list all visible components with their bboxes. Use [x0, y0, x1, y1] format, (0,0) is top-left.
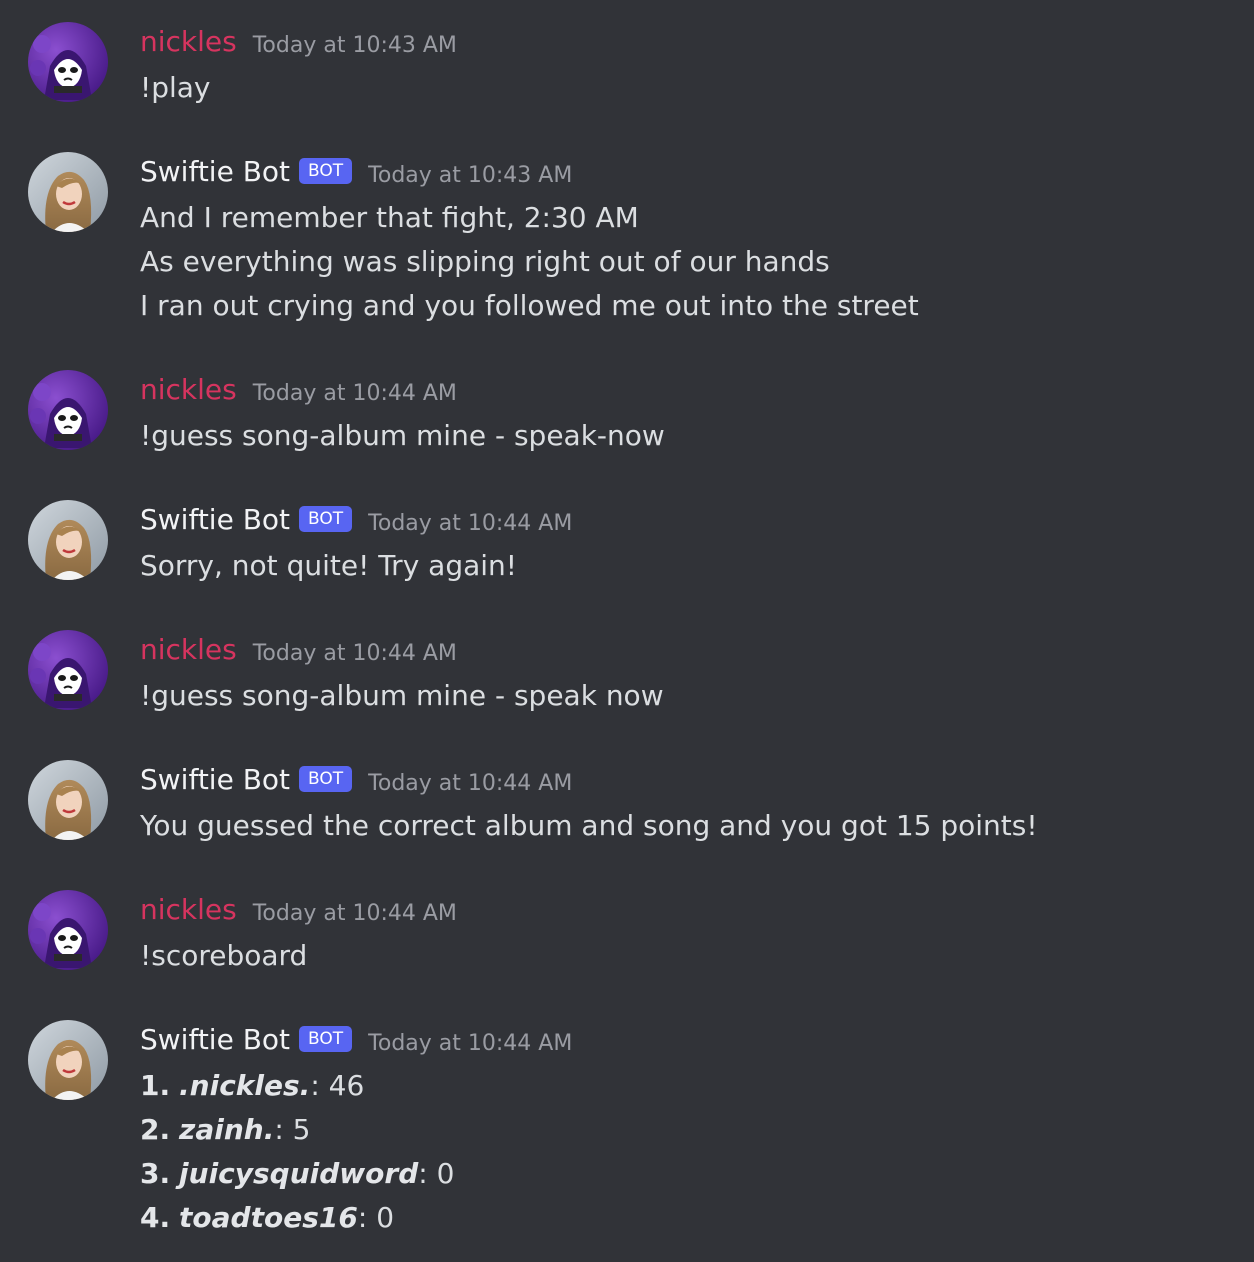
scoreboard-score: 46: [328, 1069, 365, 1102]
message-text: !guess song-album mine - speak-now: [140, 419, 665, 452]
message-timestamp: Today at 10:43 AM: [252, 32, 457, 58]
scoreboard-rank: 1.: [140, 1069, 171, 1102]
scoreboard: 1. .nickles.: 46 2. zainh.: 5 3. juicysq…: [140, 1064, 454, 1240]
message-content: And I remember that fight, 2:30 AM As ev…: [140, 196, 919, 328]
avatar[interactable]: [28, 22, 108, 102]
message-text: !scoreboard: [140, 939, 308, 972]
scoreboard-separator: :: [357, 1201, 377, 1234]
scoreboard-rank: 3.: [140, 1157, 171, 1190]
message-text: As everything was slipping right out of …: [140, 245, 830, 278]
message-text: I ran out crying and you followed me out…: [140, 289, 919, 322]
scoreboard-name: zainh.: [179, 1113, 275, 1146]
message-timestamp: Today at 10:44 AM: [252, 380, 457, 406]
message-text: Sorry, not quite! Try again!: [140, 549, 518, 582]
scoreboard-separator: :: [274, 1113, 293, 1146]
scoreboard-separator: :: [310, 1069, 329, 1102]
avatar[interactable]: [28, 760, 108, 840]
avatar[interactable]: [28, 890, 108, 970]
raven-avatar-icon: [28, 22, 108, 102]
message-text: !guess song-album mine - speak now: [140, 679, 664, 712]
raven-avatar-icon: [28, 890, 108, 970]
avatar[interactable]: [28, 152, 108, 232]
scoreboard-row: 1. .nickles.: 46: [140, 1064, 454, 1108]
scoreboard-rank: 4.: [140, 1201, 171, 1234]
message-header: Swiftie Bot BOT Today at 10:44 AM: [140, 500, 572, 540]
taylor-avatar-icon: [28, 760, 108, 840]
bot-tag: BOT: [299, 158, 353, 184]
username[interactable]: Swiftie Bot: [140, 152, 290, 192]
message-header: Swiftie Bot BOT Today at 10:43 AM: [140, 152, 572, 192]
message-content: !scoreboard: [140, 934, 307, 978]
chat-message-list: nickles Today at 10:43 AM !play Swiftie …: [0, 0, 1254, 1262]
scoreboard-name: toadtoes16: [179, 1201, 358, 1234]
scoreboard-rank: 2.: [140, 1113, 171, 1146]
username[interactable]: nickles: [140, 22, 237, 62]
message-content: !guess song-album mine - speak now: [140, 674, 664, 718]
message-text: And I remember that fight, 2:30 AM: [140, 201, 639, 234]
scoreboard-score: 5: [292, 1113, 311, 1146]
message-text: You guessed the correct album and song a…: [140, 809, 1038, 842]
username[interactable]: Swiftie Bot: [140, 500, 290, 540]
scoreboard-score: 0: [436, 1157, 455, 1190]
scoreboard-row: 4. toadtoes16: 0: [140, 1196, 454, 1240]
bot-tag: BOT: [299, 506, 353, 532]
message-timestamp: Today at 10:44 AM: [368, 510, 573, 536]
message-content: You guessed the correct album and song a…: [140, 804, 1038, 848]
taylor-avatar-icon: [28, 152, 108, 232]
avatar[interactable]: [28, 630, 108, 710]
message-header: nickles Today at 10:44 AM: [140, 370, 457, 410]
scoreboard-name: juicysquidword: [179, 1157, 419, 1190]
username[interactable]: Swiftie Bot: [140, 1020, 290, 1060]
message-header: nickles Today at 10:44 AM: [140, 630, 457, 670]
message-timestamp: Today at 10:44 AM: [252, 900, 457, 926]
message-header: Swiftie Bot BOT Today at 10:44 AM: [140, 760, 572, 800]
raven-avatar-icon: [28, 370, 108, 450]
taylor-avatar-icon: [28, 500, 108, 580]
bot-tag: BOT: [299, 766, 353, 792]
scoreboard-name: .nickles.: [179, 1069, 311, 1102]
taylor-avatar-icon: [28, 1020, 108, 1100]
message-timestamp: Today at 10:43 AM: [368, 162, 573, 188]
avatar[interactable]: [28, 370, 108, 450]
message-content: !guess song-album mine - speak-now: [140, 414, 665, 458]
message-header: nickles Today at 10:44 AM: [140, 890, 457, 930]
message-timestamp: Today at 10:44 AM: [368, 770, 573, 796]
scoreboard-separator: :: [418, 1157, 437, 1190]
message-text: !play: [140, 71, 211, 104]
scoreboard-score: 0: [376, 1201, 395, 1234]
avatar[interactable]: [28, 500, 108, 580]
message-content: Sorry, not quite! Try again!: [140, 544, 517, 588]
scoreboard-row: 2. zainh.: 5: [140, 1108, 454, 1152]
username[interactable]: nickles: [140, 890, 237, 930]
message-content: !play: [140, 66, 211, 110]
message-header: Swiftie Bot BOT Today at 10:44 AM: [140, 1020, 572, 1060]
username[interactable]: Swiftie Bot: [140, 760, 290, 800]
scoreboard-row: 3. juicysquidword: 0: [140, 1152, 454, 1196]
avatar[interactable]: [28, 1020, 108, 1100]
message-timestamp: Today at 10:44 AM: [252, 640, 457, 666]
bot-tag: BOT: [299, 1026, 353, 1052]
username[interactable]: nickles: [140, 370, 237, 410]
message-timestamp: Today at 10:44 AM: [368, 1030, 573, 1056]
username[interactable]: nickles: [140, 630, 237, 670]
message-header: nickles Today at 10:43 AM: [140, 22, 457, 62]
raven-avatar-icon: [28, 630, 108, 710]
